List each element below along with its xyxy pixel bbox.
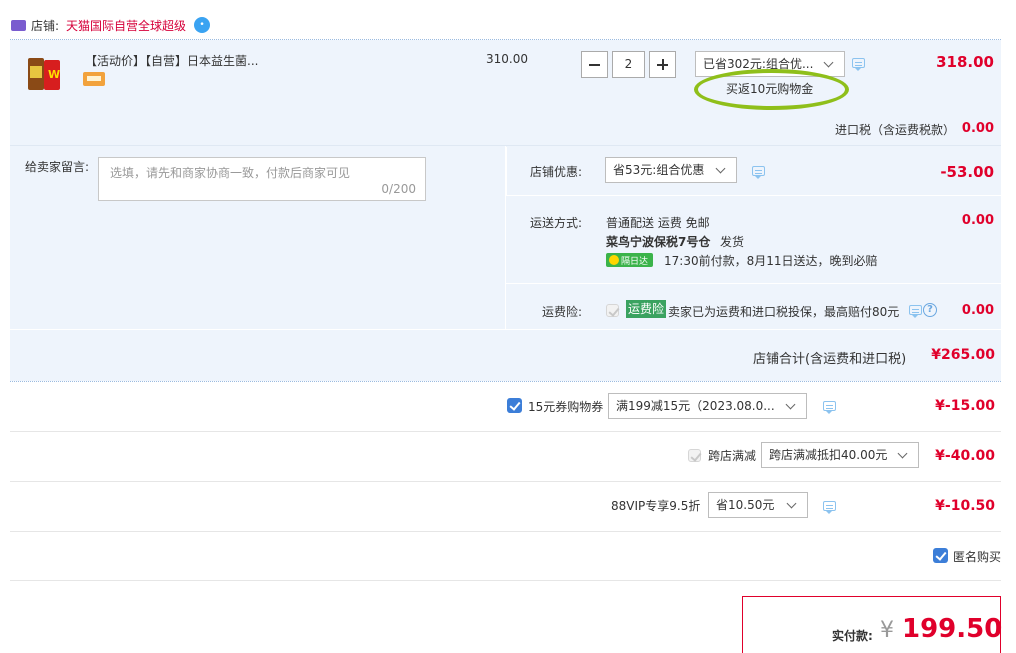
chevron-down-icon [897,448,908,459]
vip-label: 88VIP专享9.5折 [611,499,701,513]
store-discount-label: 店铺优惠: [530,165,583,179]
cross-store-checkbox[interactable] [688,449,701,462]
cross-store-value: ¥-40.00 [935,448,995,464]
store-icon [11,20,26,31]
chevron-down-icon [785,399,796,410]
coupon-value: ¥-15.00 [935,398,995,414]
coupon-label: 15元券购物券 [528,400,604,414]
increase-quantity-button[interactable] [649,51,676,78]
shipping-dispatch-text: 发货 [720,235,745,249]
import-tax-label: 进口税（含运费税款） [835,123,956,137]
store-header: 店铺: 天猫国际自营全球超级 • [0,0,1016,40]
chevron-down-icon [715,163,726,174]
coupon-checkbox[interactable] [507,398,522,413]
payment-currency: ¥ [880,618,894,643]
help-icon[interactable]: ? [923,303,937,317]
vip-message-icon[interactable] [823,501,836,514]
shipping-value: 0.00 [961,213,994,228]
store-total-value: ¥265.00 [931,347,995,363]
store-name-link[interactable]: 天猫国际自营全球超级 [66,17,186,34]
store-total-label: 店铺合计(含运费和进口税) [753,352,907,367]
store-label: 店铺: [31,19,60,33]
chevron-down-icon [823,57,834,68]
vip-discount-select[interactable]: 省10.50元 [708,492,808,518]
store-discount-select[interactable]: 省53元:组合优惠 [605,157,737,183]
anonymous-checkbox[interactable] [933,548,948,563]
delivery-eta: 17:30前付款，8月11日送达，晚到必赔 [664,254,878,268]
freight-insurance-checkbox[interactable] [606,304,619,317]
quantity-stepper: 2 [581,51,677,78]
cashback-text: 买返10元购物金 [726,82,814,96]
unit-price: 310.00 [486,52,528,66]
freight-insurance-tag: 运费险 [626,300,667,318]
product-title-link[interactable]: 【活动价】【自营】日本益生菌... [85,52,258,69]
wangwang-chat-icon[interactable]: • [194,17,210,33]
freight-insurance-value: 0.00 [961,303,994,318]
product-subtotal: 318.00 [936,53,994,71]
store-discount-message-icon[interactable] [752,166,765,179]
next-day-badge: 隔日达 [606,253,653,267]
shipping-method: 普通配送 运费 免邮 [606,216,710,230]
product-row: W 【活动价】【自营】日本益生菌... 310.00 2 已省302元:组合优.… [10,40,1001,145]
lightning-icon [609,255,619,265]
vip-value: ¥-10.50 [935,498,995,514]
chevron-down-icon [786,498,797,509]
payment-label: 实付款: [832,629,873,643]
payment-summary-box: 实付款: ¥ 199.50 [742,596,1003,653]
import-tax-value: 0.00 [961,121,994,136]
seller-message-label: 给卖家留言: [25,160,90,174]
insurance-message-icon[interactable] [909,305,922,318]
freight-insurance-text: 卖家已为运费和进口税投保，最高赔付80元 [668,305,900,319]
quantity-input[interactable]: 2 [612,51,645,78]
cross-store-label: 跨店满减 [708,449,757,463]
item-discount-message-icon[interactable] [852,58,865,71]
freight-insurance-label: 运费险: [542,305,583,319]
coupon-message-icon[interactable] [823,401,836,414]
seller-message-input[interactable]: 选填，请先和商家协商一致，付款后商家可见 0/200 [98,157,426,201]
store-discount-value: -53.00 [940,163,994,181]
product-image[interactable]: W [24,54,66,96]
message-char-counter: 0/200 [381,182,416,196]
anonymous-label: 匿名购买 [953,550,1002,564]
payment-amount: 199.50 [902,614,1003,644]
cross-store-select[interactable]: 跨店满减抵扣40.00元 [761,442,919,468]
shipping-label: 运送方式: [530,216,583,230]
coupon-select[interactable]: 满199减15元（2023.08.0... [608,393,807,419]
card-service-icon [83,72,105,86]
shipping-warehouse: 菜鸟宁波保税7号仓 [606,235,711,249]
decrease-quantity-button[interactable] [581,51,608,78]
